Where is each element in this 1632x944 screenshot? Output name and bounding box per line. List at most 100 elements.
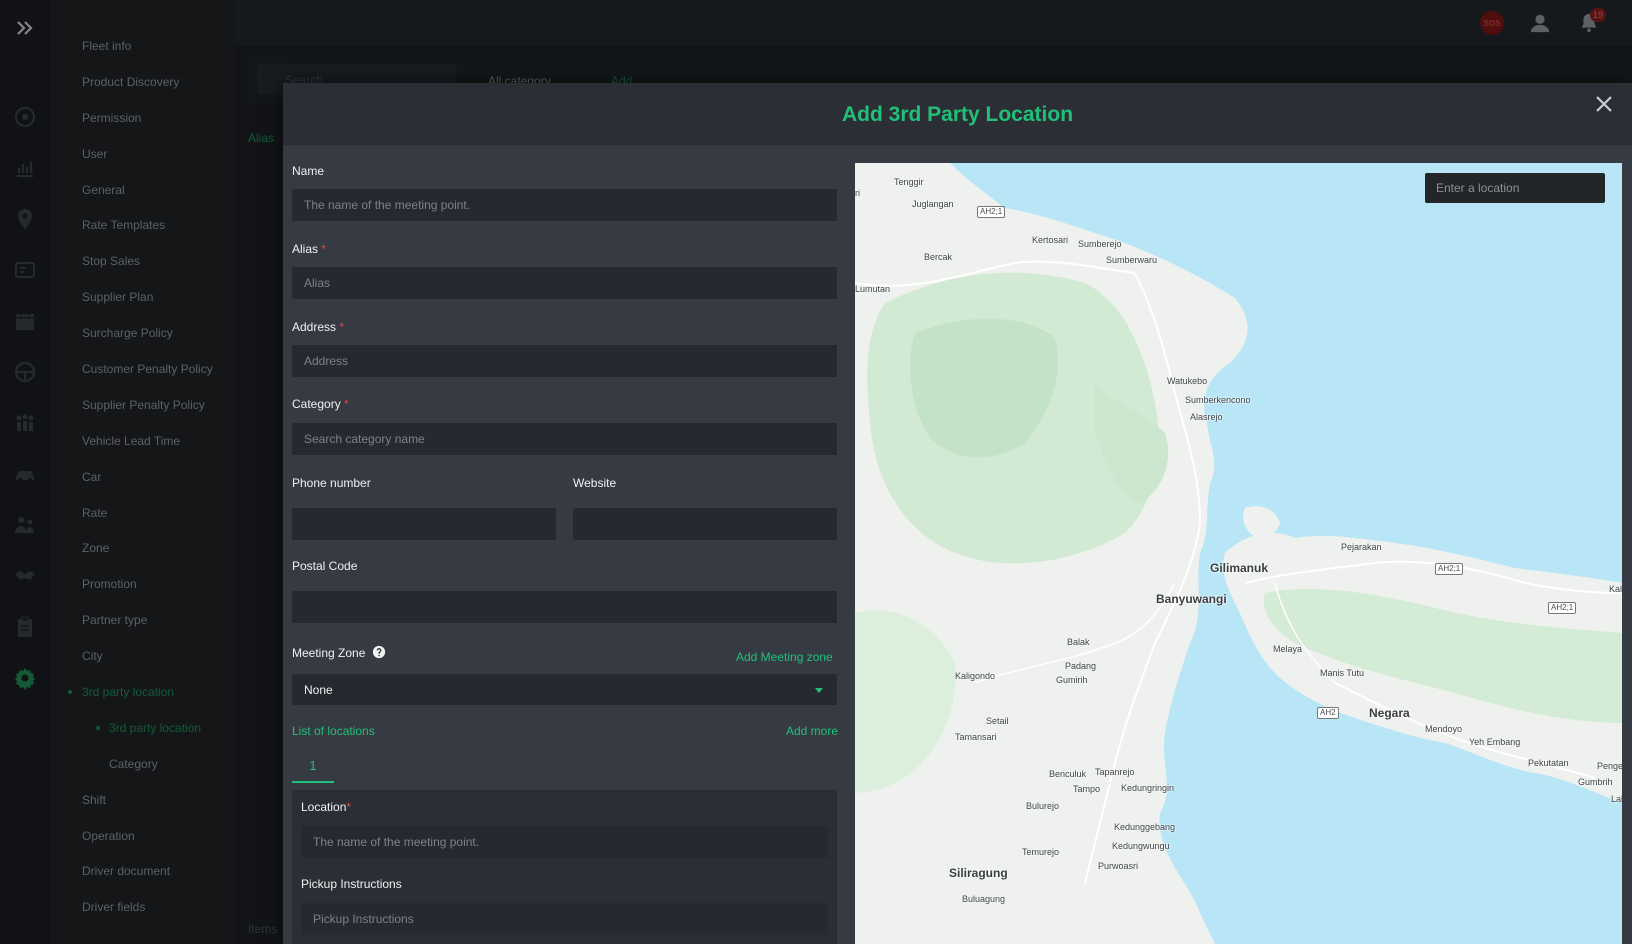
website-input[interactable] (573, 508, 837, 540)
map-location-search-input[interactable] (1425, 173, 1605, 203)
modal-header: Add 3rd Party Location (283, 83, 1632, 145)
team-icon[interactable] (10, 408, 40, 438)
dashboard-icon[interactable] (10, 102, 40, 132)
address-required-mark: * (339, 320, 345, 334)
partners-icon[interactable] (10, 510, 40, 540)
sidebar-item-product-discovery[interactable]: Product Discovery (82, 75, 179, 89)
map-label-manis-tutu: Manis Tutu (1320, 668, 1365, 678)
category-required-mark: * (344, 397, 349, 411)
meeting-zone-select[interactable]: None (292, 674, 837, 705)
map-label-temurejo: Temurejo (1022, 847, 1060, 857)
location-pin-icon[interactable] (10, 204, 40, 234)
sos-icon: SOS (1480, 11, 1504, 35)
map-label-bercak: Bercak (924, 252, 953, 262)
handshake-icon[interactable] (10, 561, 40, 591)
map-label-benculuk: Benculuk (1049, 769, 1087, 779)
sidebar-item-rate-templates[interactable]: Rate Templates (82, 218, 165, 232)
vehicle-icon[interactable] (10, 459, 40, 489)
app-root: Fleet info Product Discovery Permission … (0, 0, 1632, 944)
user-profile-button[interactable] (1525, 8, 1555, 38)
map-label-negara: Negara (1369, 706, 1410, 720)
sidebar-item-vehicle-lead-time[interactable]: Vehicle Lead Time (82, 434, 180, 448)
map-label-purwoasri: Purwoasri (1098, 861, 1139, 871)
close-icon (1596, 96, 1612, 112)
sidebar-item-shift[interactable]: Shift (82, 793, 106, 807)
category-label: Category * (292, 397, 349, 411)
sidebar-item-car[interactable]: Car (82, 470, 101, 484)
location-tab-1[interactable]: 1 (292, 753, 334, 783)
analytics-icon[interactable] (10, 153, 40, 183)
website-label: Website (573, 476, 617, 490)
sidebar-item-driver-document[interactable]: Driver document (82, 864, 170, 878)
map-label-bulurejo: Bulurejo (1026, 801, 1060, 811)
settings-gear-icon[interactable] (10, 663, 40, 693)
help-icon[interactable] (372, 645, 386, 659)
map-label-juglangan: Juglangan (912, 199, 954, 209)
location-map[interactable]: Tenggir Juglangan Kertosari Sumberejo Su… (855, 163, 1622, 944)
sidebar-subitem-3rd-party-location[interactable]: 3rd party location (109, 721, 201, 735)
map-label-sumberejo: Sumberejo (1078, 239, 1122, 249)
map-label-tenggir: Tenggir (894, 177, 924, 187)
location-tab-1-label: 1 (309, 758, 317, 773)
sidebar-item-supplier-plan[interactable]: Supplier Plan (82, 290, 153, 304)
alias-label: Alias * (292, 242, 326, 256)
sidebar-subitem-category[interactable]: Category (109, 757, 158, 771)
map-road-label: AH2;1 (1548, 602, 1577, 614)
category-label-text: Category (292, 397, 341, 411)
sidebar-item-supplier-penalty-policy[interactable]: Supplier Penalty Policy (82, 398, 205, 412)
postal-code-input[interactable] (292, 591, 837, 623)
map-road-label: AH2;1 (1435, 563, 1464, 575)
sidebar-item-partner-type[interactable]: Partner type (82, 613, 147, 627)
map-label-ri: ri (855, 188, 860, 198)
location-required-mark: * (346, 800, 352, 814)
calendar-icon[interactable] (10, 306, 40, 336)
booking-icon[interactable] (10, 255, 40, 285)
sidebar-item-rate[interactable]: Rate (82, 506, 107, 520)
sidebar-item-surcharge-policy[interactable]: Surcharge Policy (82, 326, 173, 340)
map-label-lumutan: Lumutan (855, 284, 891, 294)
sidebar-item-driver-fields[interactable]: Driver fields (82, 900, 145, 914)
chevron-down-icon (815, 688, 823, 693)
modal-title: Add 3rd Party Location (841, 103, 1074, 126)
sos-button[interactable]: SOS (1477, 8, 1507, 38)
map-label-gumirih: Gumirih (1056, 675, 1088, 685)
map-label-setail: Setail (986, 716, 1009, 726)
location-input[interactable] (301, 826, 828, 858)
sidebar-item-stop-sales[interactable]: Stop Sales (82, 254, 140, 268)
map-label-balak: Balak (1067, 637, 1090, 647)
expand-sidebar-icon[interactable] (10, 13, 40, 43)
background-items-label: Items (248, 922, 278, 936)
address-label: Address * (292, 320, 344, 334)
name-input[interactable] (292, 189, 837, 221)
steering-wheel-icon[interactable] (10, 357, 40, 387)
map-label-pejarakan: Pejarakan (1341, 542, 1382, 552)
sidebar-item-zone[interactable]: Zone (82, 541, 109, 555)
notifications-button[interactable]: 19 (1574, 8, 1606, 38)
map-label-banyuwangi: Banyuwangi (1156, 592, 1227, 606)
add-more-link[interactable]: Add more (786, 724, 838, 738)
map-label-siliragung: Siliragung (949, 866, 1008, 880)
sidebar-item-permission[interactable]: Permission (82, 111, 141, 125)
sidebar-item-3rd-party-location-group[interactable]: 3rd party location (82, 685, 174, 699)
sidebar-item-operation[interactable]: Operation (82, 829, 135, 843)
address-input[interactable] (292, 345, 837, 377)
sidebar-item-promotion[interactable]: Promotion (82, 577, 137, 591)
map-label-kaligondo: Kaligondo (955, 671, 996, 681)
alias-input[interactable] (292, 267, 837, 299)
sidebar-item-fleet-info[interactable]: Fleet info (82, 39, 131, 53)
category-search-input[interactable] (292, 423, 837, 455)
map-label-kal: Kal (1609, 584, 1622, 594)
sidebar-item-user[interactable]: User (82, 147, 107, 161)
pickup-instructions-input[interactable] (301, 903, 828, 935)
map-label-penge: Penge (1597, 761, 1622, 771)
sidebar-item-customer-penalty-policy[interactable]: Customer Penalty Policy (82, 362, 213, 376)
sidebar-item-city[interactable]: City (82, 649, 103, 663)
map-label-melaya: Melaya (1273, 644, 1303, 654)
sidebar-item-general[interactable]: General (82, 183, 125, 197)
clipboard-icon[interactable] (10, 612, 40, 642)
alias-required-mark: * (321, 242, 327, 256)
phone-input[interactable] (292, 508, 556, 540)
map-label-padang: Padang (1065, 661, 1097, 671)
add-meeting-zone-link[interactable]: Add Meeting zone (736, 650, 833, 664)
close-button[interactable] (1592, 92, 1616, 116)
